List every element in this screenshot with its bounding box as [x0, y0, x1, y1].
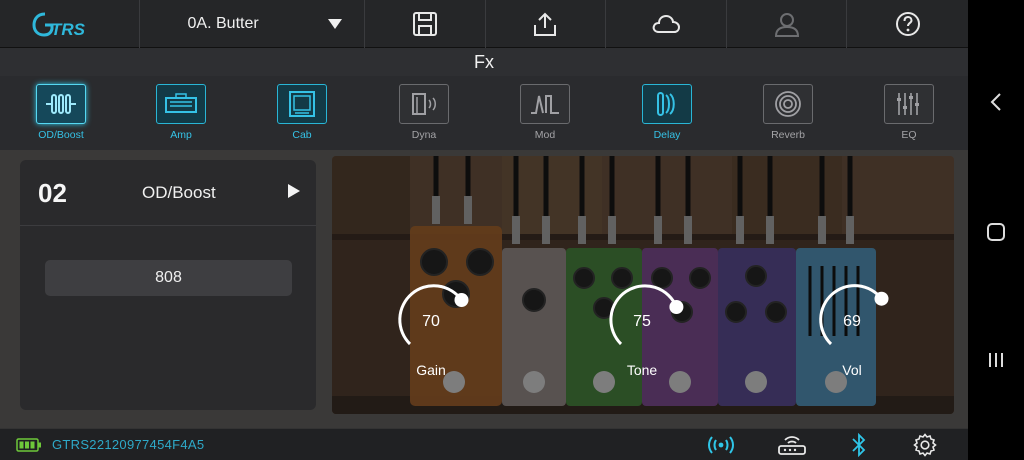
- knob-label: Tone: [626, 362, 658, 378]
- broadcast-button[interactable]: [707, 433, 735, 457]
- module-label: Delay: [653, 129, 681, 141]
- help-button[interactable]: [847, 0, 968, 48]
- top-toolbar: TRS 0A. Butter: [0, 0, 968, 48]
- play-icon[interactable]: [286, 182, 302, 200]
- mod-icon: [520, 84, 570, 124]
- cloud-icon: [652, 14, 681, 33]
- knob-vol[interactable]: 69 Vol: [815, 280, 895, 380]
- router-button[interactable]: [776, 433, 808, 457]
- module-cab[interactable]: Cab: [267, 84, 337, 148]
- module-amp[interactable]: Amp: [146, 84, 216, 148]
- module-label: Cab: [292, 129, 312, 141]
- module-label: Amp: [170, 129, 192, 141]
- module-eq[interactable]: EQ: [874, 84, 944, 148]
- dyna-icon: [399, 84, 449, 124]
- cab-icon: [277, 84, 327, 124]
- bluetooth-button[interactable]: [845, 433, 873, 457]
- device-id: GTRS22120977454F4A5: [52, 437, 205, 452]
- module-label: Reverb: [771, 129, 805, 141]
- dropdown-arrow-icon: [328, 18, 343, 29]
- home-button[interactable]: [984, 220, 1008, 244]
- pedalboard: 70 Gain 75 Tone 69 Vol: [332, 156, 954, 414]
- gtrs-logo: TRS: [0, 0, 140, 48]
- main-area: 02 OD/Boost 808 70 Gain 75 Tone 69 Vol: [0, 150, 968, 428]
- knob-handle: [454, 293, 469, 307]
- knob-tone[interactable]: 75 Tone: [605, 280, 685, 380]
- amp-icon: [156, 84, 206, 124]
- back-button[interactable]: [984, 90, 1008, 114]
- module-delay[interactable]: Delay: [632, 84, 702, 148]
- knob-value: 70: [422, 313, 440, 330]
- module-od-boost[interactable]: OD/Boost: [26, 84, 96, 148]
- recents-button[interactable]: [984, 348, 1008, 372]
- module-reverb[interactable]: Reverb: [753, 84, 823, 148]
- user-icon: [774, 12, 799, 37]
- module-label: EQ: [901, 129, 917, 141]
- back-icon: [990, 93, 1001, 111]
- fx-title: Fx: [0, 48, 968, 76]
- divider: [20, 225, 316, 226]
- slot-number: 02: [38, 178, 67, 208]
- module-label: OD/Boost: [38, 129, 84, 141]
- knob-label: Gain: [416, 362, 446, 378]
- module-dyna[interactable]: Dyna: [389, 84, 459, 148]
- reverb-icon: [763, 84, 813, 124]
- router-icon: [778, 436, 806, 455]
- svg-text:TRS: TRS: [51, 20, 86, 39]
- slot-name: OD/Boost: [142, 183, 216, 202]
- upload-icon: [534, 12, 557, 36]
- model-select-button[interactable]: 808: [45, 260, 292, 296]
- battery-icon: [16, 438, 41, 452]
- recents-icon: [989, 353, 1003, 367]
- user-button[interactable]: [727, 0, 848, 48]
- preset-selector[interactable]: 0A. Butter: [140, 0, 366, 48]
- system-nav-bar: [968, 0, 1024, 460]
- save-button[interactable]: [365, 0, 486, 48]
- save-icon: [412, 11, 437, 36]
- cloud-button[interactable]: [606, 0, 727, 48]
- module-label: Dyna: [411, 129, 437, 141]
- upload-button[interactable]: [486, 0, 607, 48]
- knob-gain[interactable]: 70 Gain: [394, 280, 474, 380]
- preset-name: 0A. Butter: [187, 14, 259, 32]
- bluetooth-icon: [852, 433, 866, 457]
- knob-handle: [874, 291, 889, 306]
- eq-icon: [884, 84, 934, 124]
- delay-icon: [642, 84, 692, 124]
- slot-panel: 02 OD/Boost 808: [20, 160, 316, 410]
- home-icon: [987, 223, 1005, 241]
- knob-label: Vol: [842, 362, 862, 378]
- module-mod[interactable]: Mod: [510, 84, 580, 148]
- settings-button[interactable]: [911, 433, 939, 457]
- module-label: Mod: [534, 129, 556, 141]
- knob-handle: [669, 300, 684, 314]
- od-boost-icon: [36, 84, 86, 124]
- knob-value: 69: [843, 313, 861, 330]
- help-icon: [895, 11, 920, 36]
- knob-value: 75: [633, 313, 651, 330]
- fx-module-row: OD/Boost Amp Cab Dyna Mod Delay Reverb E…: [0, 76, 968, 150]
- settings-icon: [913, 433, 937, 457]
- status-bar: GTRS22120977454F4A5: [0, 428, 968, 460]
- broadcast-icon: [708, 436, 734, 454]
